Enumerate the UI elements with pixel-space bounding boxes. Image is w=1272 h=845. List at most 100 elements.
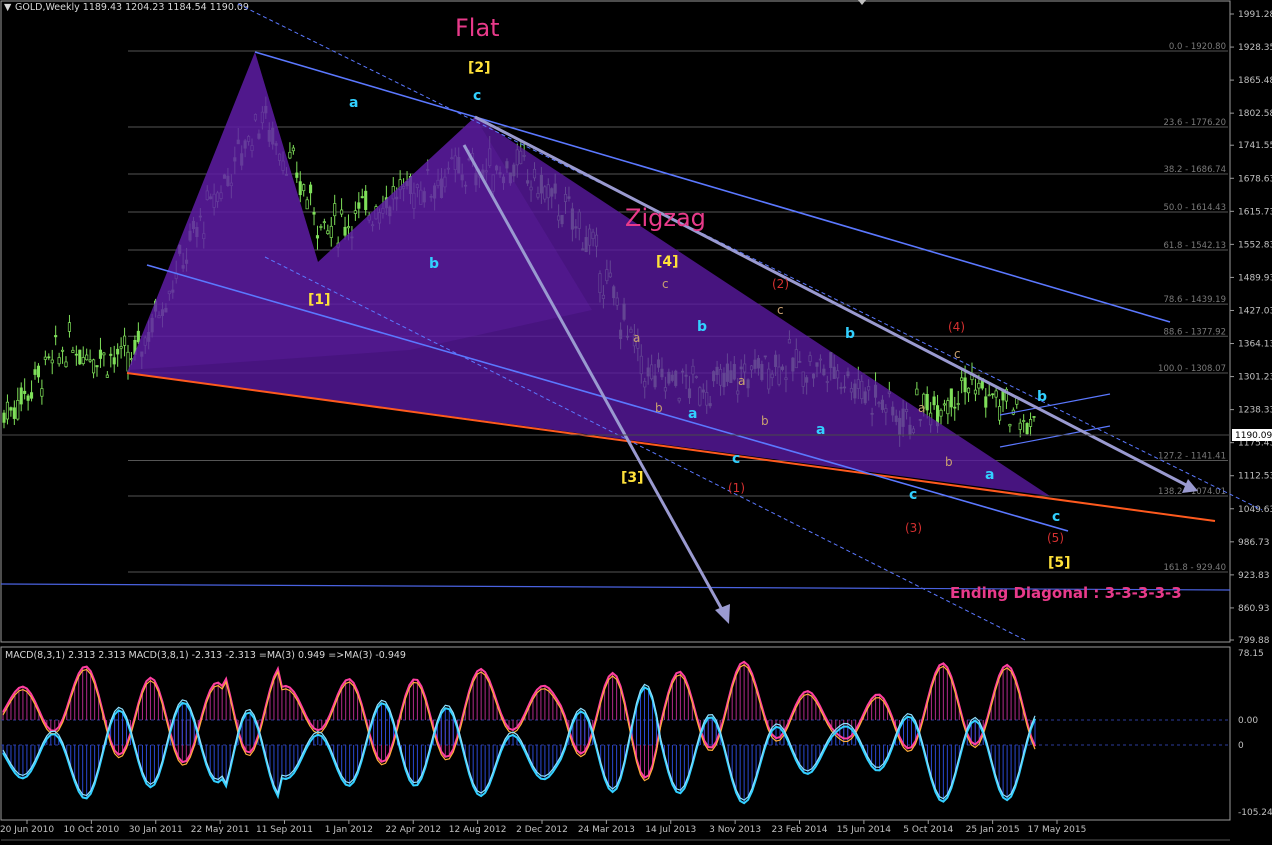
- price-tick-label: 1364.13: [1238, 340, 1272, 350]
- time-tick-label: 22 May 2011: [191, 825, 250, 835]
- candle-body: [1032, 416, 1036, 418]
- candle-body: [71, 349, 75, 353]
- candle-body: [346, 226, 351, 229]
- label-wave-red-2: (2): [772, 277, 789, 291]
- candle-body: [54, 335, 58, 338]
- candle-body: [1025, 423, 1029, 435]
- fib-level-label: 23.6 - 1776.20: [1163, 118, 1226, 128]
- price-tick-label: 860.93: [1238, 604, 1270, 614]
- price-tick-label: 1552.83: [1238, 240, 1272, 250]
- price-tick-label: 1928.35: [1238, 43, 1272, 53]
- candle-body: [19, 387, 23, 405]
- label-wave-2: [2]: [468, 60, 491, 76]
- price-tick-label: 1678.63: [1238, 174, 1272, 184]
- time-tick-label: 11 Sep 2011: [256, 825, 313, 835]
- candle-body: [109, 353, 113, 356]
- current-price-label: 1190.09: [1235, 431, 1272, 441]
- label-b-cyan-4: b: [1037, 389, 1047, 405]
- time-tick-label: 24 Mar 2013: [578, 825, 635, 835]
- candle-body: [973, 389, 977, 395]
- candle-body: [5, 401, 9, 420]
- fib-level-label: 38.2 - 1686.74: [1163, 165, 1226, 175]
- label-zigzag: Zigzag: [625, 204, 706, 232]
- label-b-tan-3: b: [945, 455, 953, 469]
- time-tick-label: 25 Jan 2015: [966, 825, 1020, 835]
- candle-body: [364, 190, 368, 210]
- candle-body: [43, 356, 47, 360]
- candle-body: [64, 361, 68, 368]
- candle-body: [26, 395, 30, 401]
- candle-body: [340, 209, 344, 215]
- price-tick-label: 923.83: [1238, 571, 1270, 581]
- macd-header: MACD(8,3,1) 2.313 2.313 MACD(3,8,1) -2.3…: [5, 650, 406, 661]
- candle-body: [295, 172, 299, 178]
- candle-body: [956, 403, 960, 405]
- candle-body: [949, 388, 953, 408]
- time-tick-label: 23 Feb 2014: [771, 825, 827, 835]
- time-tick-label: 22 Apr 2012: [385, 825, 441, 835]
- fib-level-label: 161.8 - 929.40: [1163, 563, 1226, 573]
- candle-body: [47, 356, 51, 359]
- time-tick-label: 30 Jan 2011: [129, 825, 183, 835]
- candle-body: [16, 400, 20, 420]
- label-wave-red-5: (5): [1047, 531, 1064, 545]
- candle-body: [932, 396, 936, 406]
- candle-body: [98, 349, 103, 359]
- macd-tick-label: 78.15: [1238, 649, 1264, 659]
- candle-body: [315, 235, 320, 239]
- candle-body: [57, 357, 61, 365]
- candle-body: [1029, 419, 1033, 427]
- candle-body: [319, 226, 323, 228]
- time-tick-label: 10 Oct 2010: [64, 825, 120, 835]
- label-a-cyan-2: a: [688, 406, 697, 422]
- candle-body: [136, 330, 140, 343]
- price-tick-label: 1741.55: [1238, 141, 1272, 151]
- label-ending-diagonal: Ending Diagonal : 3-3-3-3-3: [950, 584, 1182, 602]
- price-tick-label: 1615.73: [1238, 207, 1272, 217]
- candle-body: [288, 151, 292, 159]
- price-tick-label: 1301.23: [1238, 373, 1272, 383]
- macd-tick-label: -105.24: [1238, 808, 1272, 818]
- fib-level-label: 100.0 - 1308.07: [1158, 364, 1226, 374]
- trading-chart[interactable]: ▼ GOLD,Weekly 1189.43 1204.23 1184.54 11…: [0, 0, 1272, 845]
- candle-body: [939, 409, 943, 417]
- candle-body: [298, 181, 302, 196]
- candle-body: [991, 393, 995, 396]
- candle-body: [984, 396, 988, 408]
- price-tick-label: 1489.93: [1238, 273, 1272, 283]
- label-c-tan-2: c: [777, 303, 784, 317]
- candle-body: [36, 365, 40, 378]
- fib-level-label: 0.0 - 1920.80: [1169, 42, 1226, 52]
- label-wave-1: [1]: [308, 292, 331, 308]
- time-tick-label: 2 Dec 2012: [516, 825, 568, 835]
- candle-body: [966, 387, 971, 394]
- label-c-cyan: c: [473, 88, 481, 104]
- label-b-cyan-3: b: [845, 326, 855, 342]
- candle-body: [322, 221, 326, 224]
- time-tick-label: 17 May 2015: [1028, 825, 1087, 835]
- label-c-cyan-3: c: [909, 487, 917, 503]
- label-b-cyan-2: b: [697, 319, 707, 335]
- label-wave-3: [3]: [621, 470, 644, 486]
- candle-body: [105, 374, 109, 378]
- candle-body: [302, 184, 306, 192]
- label-b-tan-2: b: [761, 414, 769, 428]
- fib-level-label: 78.6 - 1439.19: [1163, 295, 1226, 305]
- price-tick-label: 1991.28: [1238, 10, 1272, 20]
- candle-body: [312, 212, 316, 215]
- label-a-tan-3: a: [918, 401, 925, 415]
- candle-body: [960, 377, 964, 381]
- label-wave-4: [4]: [656, 254, 679, 270]
- price-tick-label: 799.88: [1238, 636, 1270, 646]
- label-c-tan-3: c: [954, 347, 961, 361]
- candle-body: [12, 407, 16, 419]
- candle-body: [74, 353, 78, 356]
- candle-body: [333, 203, 337, 217]
- candle-body: [119, 346, 123, 349]
- label-wave-red-1: (1): [728, 481, 745, 495]
- time-tick-label: 20 Jun 2010: [0, 825, 54, 835]
- candle-body: [353, 210, 357, 214]
- time-tick-label: 12 Aug 2012: [449, 825, 507, 835]
- price-tick-label: 1112.53: [1238, 472, 1272, 482]
- menu-glyph[interactable]: ▼: [4, 2, 12, 13]
